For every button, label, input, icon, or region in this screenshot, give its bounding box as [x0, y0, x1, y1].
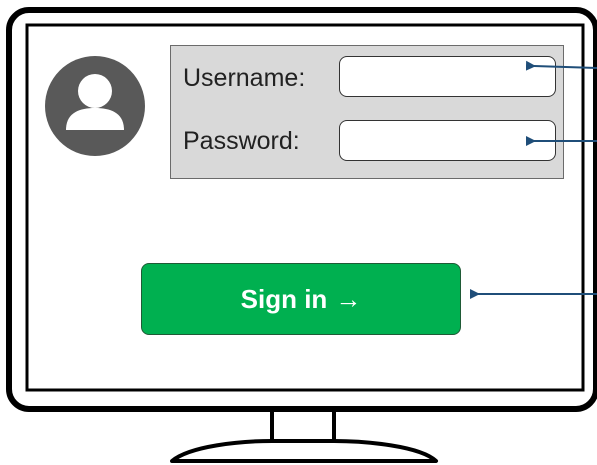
login-illustration: Username: Password: Sign in →: [0, 0, 597, 465]
password-label: Password:: [183, 127, 300, 155]
sign-in-label: Sign in: [240, 283, 328, 314]
sign-in-button[interactable]: Sign in →: [141, 263, 461, 335]
arrow-right-icon: →: [335, 283, 362, 314]
username-label: Username:: [183, 64, 306, 92]
password-input[interactable]: [339, 120, 556, 161]
username-input[interactable]: [339, 56, 556, 97]
